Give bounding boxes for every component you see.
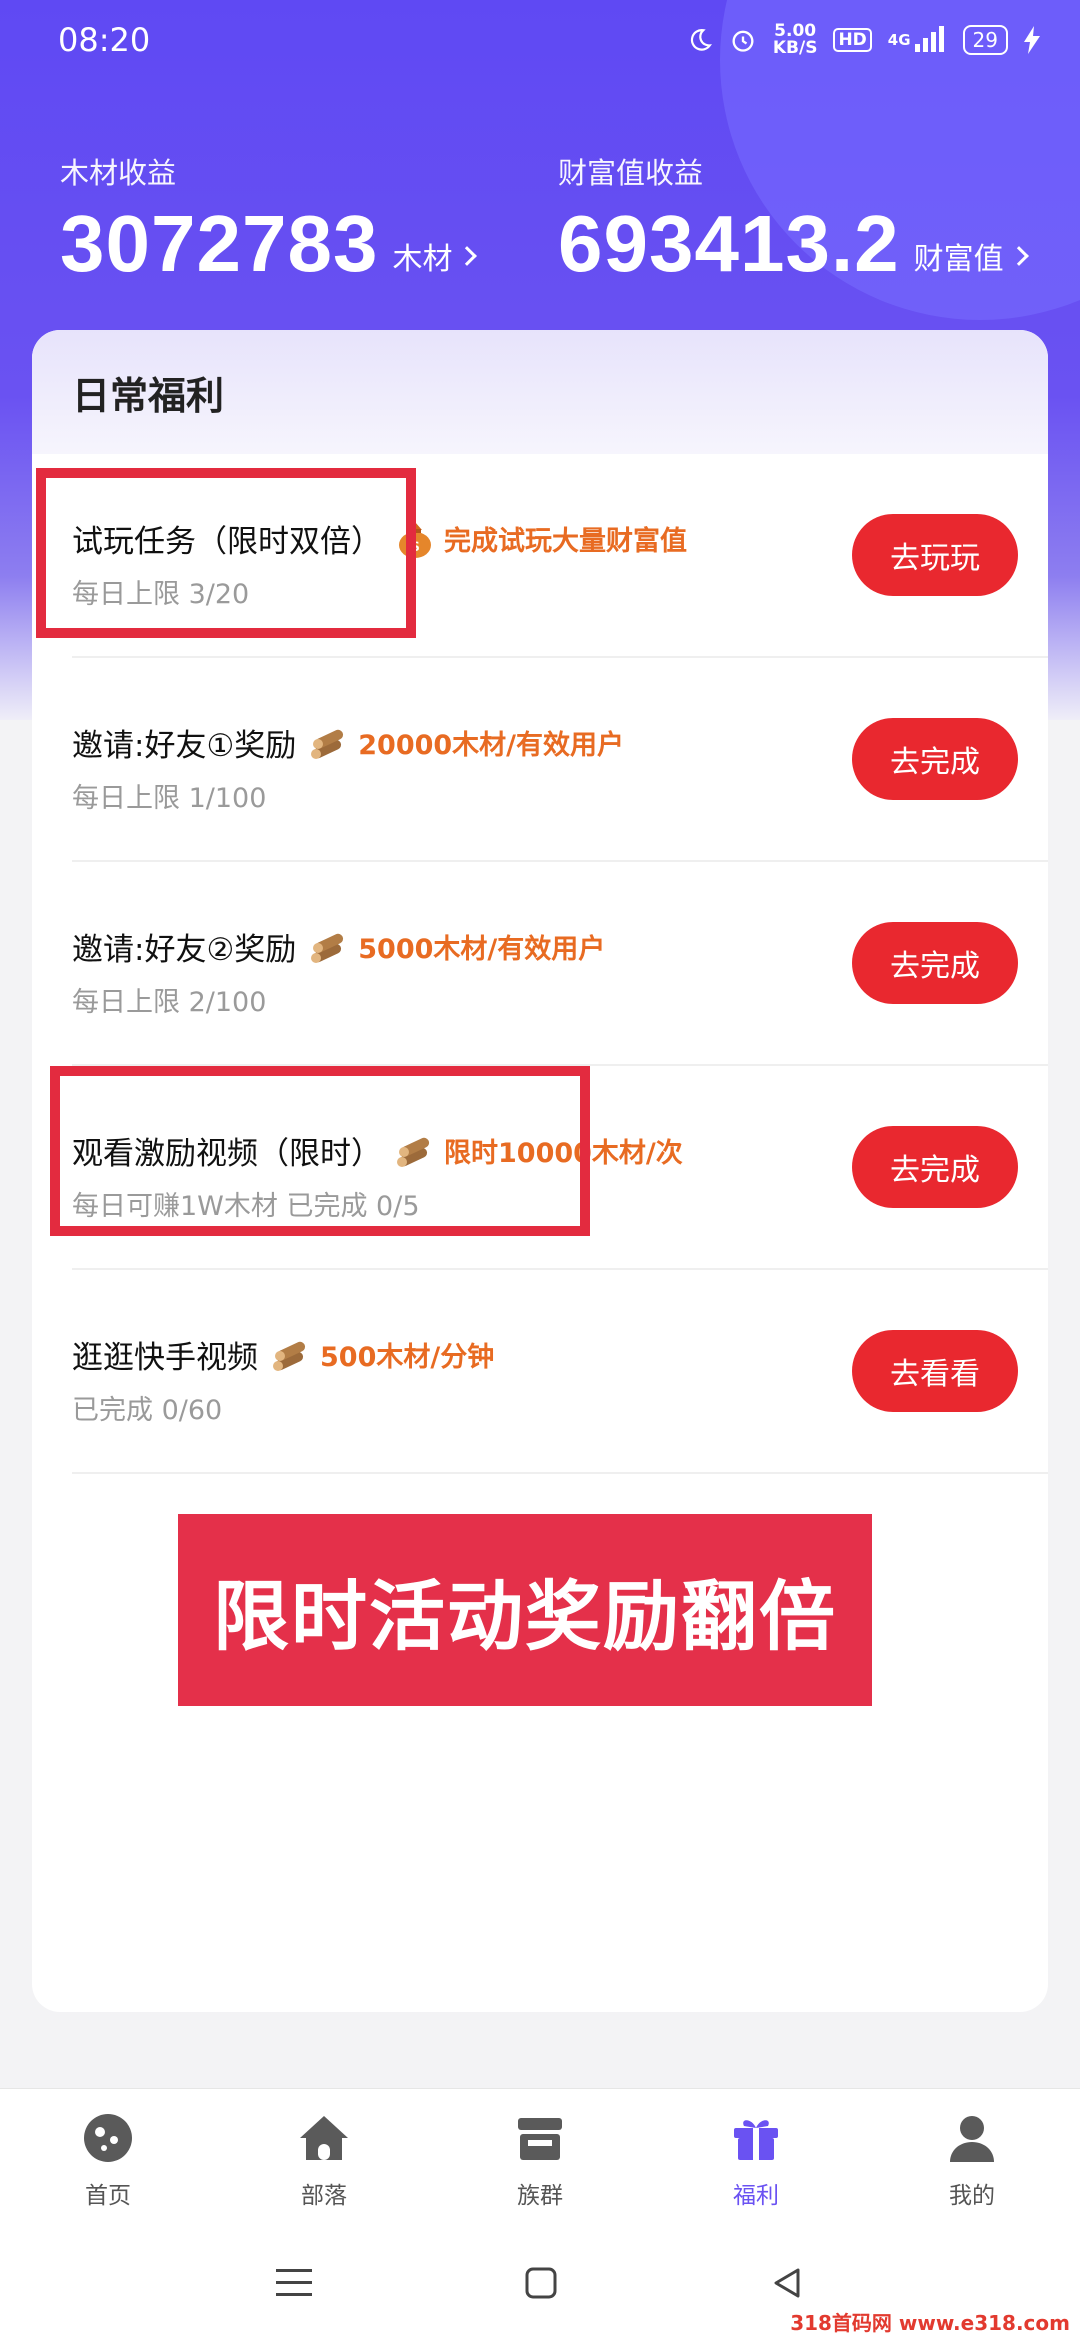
card-title: 日常福利 — [32, 330, 1048, 454]
chevron-right-icon — [457, 246, 478, 266]
task-limit: 每日上限 3/20 — [72, 579, 250, 610]
bottom-tab-bar: 首页 部落 族群 福利 我的 — [0, 2088, 1080, 2230]
tab-home[interactable]: 首页 — [0, 2089, 216, 2230]
tab-benefits[interactable]: 福利 — [648, 2089, 864, 2230]
gift-icon — [728, 2110, 784, 2170]
wood-earnings-label: 木材收益 — [60, 156, 177, 190]
task-reward: 完成试玩大量财富值 — [444, 526, 687, 557]
task-limit: 每日上限 2/100 — [72, 987, 267, 1018]
task-row: 邀请:好友②奖励 5000木材/有效用户 每日上限 2/100 去完成 — [72, 862, 1048, 1066]
battery-level: 29 — [972, 28, 998, 52]
complete-button[interactable]: 去完成 — [852, 922, 1018, 1004]
task-progress: 已完成 0/60 — [72, 1395, 223, 1426]
network-type: 4G — [887, 31, 911, 49]
wood-unit-label: 木材 — [392, 242, 453, 277]
task-reward: 20000木材/有效用户 — [358, 730, 625, 761]
store-icon — [512, 2110, 568, 2170]
moon-icon — [687, 27, 713, 53]
tab-label: 部落 — [301, 2182, 347, 2209]
watch-button[interactable]: 去看看 — [852, 1330, 1018, 1412]
watermark: 318首码网 www.e318.com — [786, 2307, 1074, 2336]
tab-label: 福利 — [733, 2182, 779, 2209]
wood-unit-link[interactable]: 木材 — [392, 234, 478, 278]
task-row: 逛逛快手视频 500木材/分钟 已完成 0/60 去看看 — [72, 1270, 1048, 1474]
task-title: 邀请:好友②奖励 — [72, 932, 297, 968]
user-icon — [944, 2110, 1000, 2170]
task-title: 逛逛快手视频 — [72, 1340, 258, 1376]
status-icons: 5.00 KB/S HD 4G 29 — [687, 23, 1040, 57]
complete-button[interactable]: 去完成 — [852, 718, 1018, 800]
task-limit: 每日可赚1W木材 已完成 0/5 — [72, 1191, 420, 1222]
wood-logs-icon — [308, 926, 350, 968]
charging-icon — [1024, 26, 1040, 54]
wealth-earnings-label: 财富值收益 — [558, 156, 704, 190]
tab-label: 我的 — [949, 2182, 995, 2209]
task-title: 邀请:好友①奖励 — [72, 728, 297, 764]
task-reward: 限时10000木材/次 — [444, 1138, 683, 1169]
wood-logs-icon — [308, 722, 350, 764]
menu-icon[interactable] — [276, 2267, 312, 2303]
house-icon — [296, 2110, 352, 2170]
chevron-right-icon — [1008, 246, 1029, 266]
wood-logs-icon — [394, 1130, 436, 1172]
battery-icon: 29 — [962, 25, 1008, 55]
alarm-icon — [729, 26, 757, 54]
wealth-earnings-value: 693413.2 — [558, 199, 900, 288]
home-square-icon[interactable] — [524, 2266, 558, 2304]
status-time: 08:20 — [58, 21, 151, 59]
task-reward: 500木材/分钟 — [320, 1342, 495, 1373]
wealth-unit-link[interactable]: 财富值 — [913, 234, 1029, 278]
planet-icon — [80, 2110, 136, 2170]
task-reward: 5000木材/有效用户 — [358, 934, 606, 965]
daily-benefits-card: 日常福利 试玩任务（限时双倍） $ 完成试玩大量财富值 每日上限 3/20 去玩… — [32, 330, 1048, 2012]
task-row: 邀请:好友①奖励 20000木材/有效用户 每日上限 1/100 去完成 — [72, 658, 1048, 862]
wealth-unit-label: 财富值 — [913, 242, 1004, 277]
svg-text:$: $ — [410, 539, 420, 555]
tab-label: 首页 — [85, 2182, 131, 2209]
signal-icon: 4G — [888, 26, 947, 54]
wood-logs-icon — [270, 1334, 312, 1376]
net-speed-unit: KB/S — [772, 38, 818, 58]
tab-tribe[interactable]: 部落 — [216, 2089, 432, 2230]
money-bag-icon: $ — [394, 518, 436, 560]
play-button[interactable]: 去玩玩 — [852, 514, 1018, 596]
task-row: 观看激励视频（限时） 限时10000木材/次 每日可赚1W木材 已完成 0/5 … — [72, 1066, 1048, 1270]
status-bar: 08:20 5.00 KB/S HD 4G 29 — [0, 0, 1080, 80]
complete-button[interactable]: 去完成 — [852, 1126, 1018, 1208]
task-title: 试玩任务（限时双倍） — [72, 524, 382, 560]
wood-earnings[interactable]: 木材收益 3072783 木材 — [60, 150, 478, 288]
task-row: 试玩任务（限时双倍） $ 完成试玩大量财富值 每日上限 3/20 去玩玩 — [72, 454, 1048, 658]
wealth-earnings[interactable]: 财富值收益 693413.2 财富值 — [558, 150, 1029, 288]
tab-group[interactable]: 族群 — [432, 2089, 648, 2230]
wood-earnings-value: 3072783 — [60, 199, 379, 288]
tab-label: 族群 — [517, 2182, 563, 2209]
net-speed: 5.00 KB/S — [773, 23, 818, 57]
hd-icon: HD — [833, 28, 872, 52]
tab-mine[interactable]: 我的 — [864, 2089, 1080, 2230]
task-title: 观看激励视频（限时） — [72, 1136, 382, 1172]
task-limit: 每日上限 1/100 — [72, 783, 267, 814]
promo-banner: 限时活动奖励翻倍 — [178, 1514, 872, 1706]
back-triangle-icon[interactable] — [770, 2266, 804, 2304]
